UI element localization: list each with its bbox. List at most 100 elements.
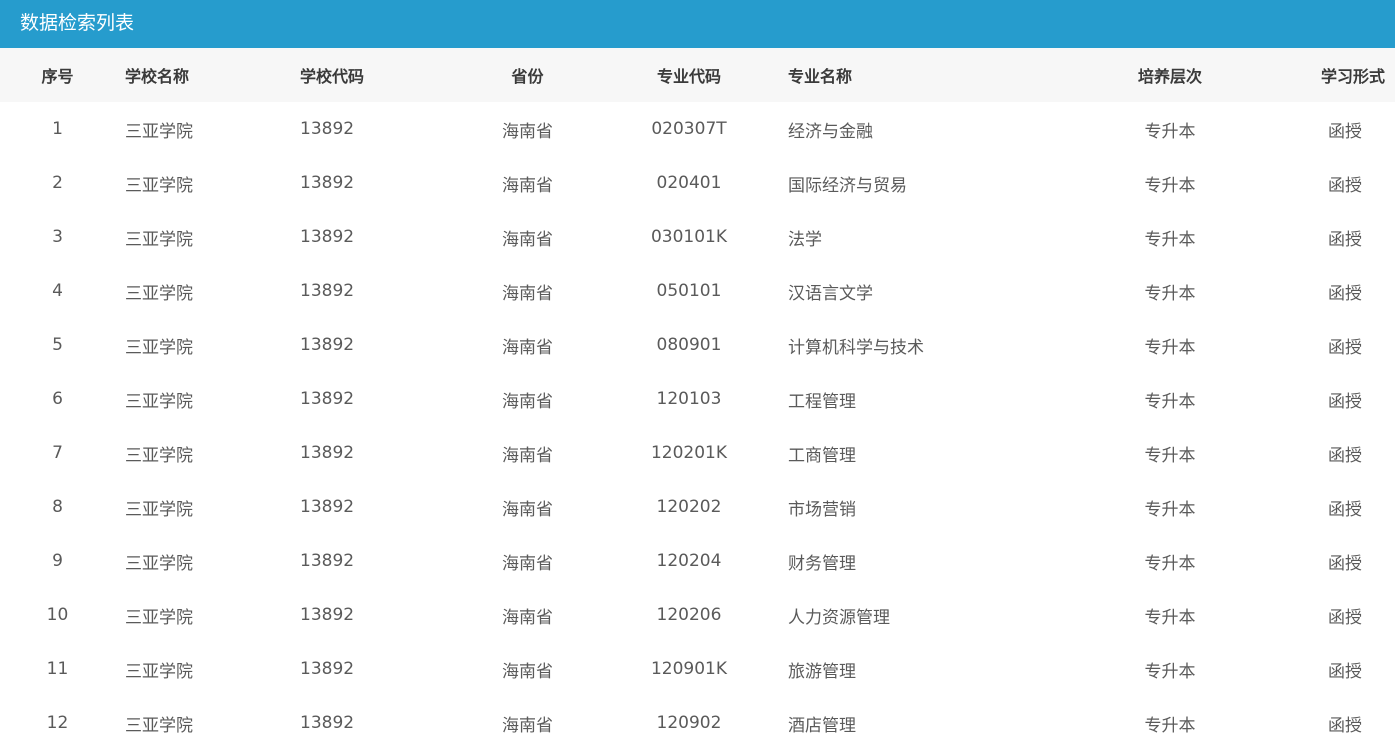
table-row: 11 三亚学院 13892 海南省 120901K 旅游管理 专升本 函授 [0,642,1395,696]
cell-major-code: 120201K [650,443,728,463]
cell-major-name: 汉语言文学 [788,283,873,304]
cell-study-mode: 函授 [1328,553,1362,574]
cell-major-code: 020307T [651,119,727,139]
cell-study-mode: 函授 [1328,715,1362,736]
cell-index: 11 [46,659,69,679]
header-row: 序号 学校名称 学校代码 省份 专业代码 专业名称 培养层次 学习形式 [0,48,1395,102]
cell-study-mode: 函授 [1328,661,1362,682]
cell-province: 海南省 [502,445,553,466]
table-row: 1 三亚学院 13892 海南省 020307T 经济与金融 专升本 函授 [0,102,1395,156]
column-header-major-name: 专业名称 [788,67,853,86]
cell-index: 12 [46,713,69,733]
cell-province: 海南省 [502,499,553,520]
cell-education-level: 专升本 [1144,121,1196,142]
table-row: 5 三亚学院 13892 海南省 080901 计算机科学与技术 专升本 函授 [0,318,1395,372]
cell-education-level: 专升本 [1144,229,1196,250]
table-row: 7 三亚学院 13892 海南省 120201K 工商管理 专升本 函授 [0,426,1395,480]
cell-major-code: 120103 [656,389,722,409]
cell-school-name: 三亚学院 [125,499,193,520]
cell-province: 海南省 [502,229,553,250]
cell-province: 海南省 [502,607,553,628]
table-header: 序号 学校名称 学校代码 省份 专业代码 专业名称 培养层次 学习形式 [0,48,1395,102]
cell-index: 2 [52,173,63,193]
cell-study-mode: 函授 [1328,121,1362,142]
cell-major-code: 120206 [656,605,722,625]
cell-education-level: 专升本 [1144,553,1196,574]
cell-education-level: 专升本 [1144,661,1196,682]
column-header-study-mode: 学习形式 [1320,67,1385,86]
cell-province: 海南省 [502,175,553,196]
cell-school-name: 三亚学院 [125,229,193,250]
cell-major-name: 法学 [788,229,822,250]
table-row: 9 三亚学院 13892 海南省 120204 财务管理 专升本 函授 [0,534,1395,588]
cell-study-mode: 函授 [1328,445,1362,466]
cell-school-name: 三亚学院 [125,121,193,142]
cell-province: 海南省 [502,391,553,412]
cell-index: 3 [52,227,63,247]
table-row: 4 三亚学院 13892 海南省 050101 汉语言文学 专升本 函授 [0,264,1395,318]
column-header-major-code: 专业代码 [656,67,721,86]
cell-school-name: 三亚学院 [125,553,193,574]
cell-school-code: 13892 [300,659,355,679]
cell-index: 6 [52,389,63,409]
cell-major-name: 酒店管理 [788,715,856,736]
cell-school-name: 三亚学院 [125,283,193,304]
cell-school-code: 13892 [300,497,355,517]
cell-major-code: 120901K [650,659,728,679]
cell-school-code: 13892 [300,605,355,625]
cell-school-code: 13892 [300,335,355,355]
cell-study-mode: 函授 [1328,391,1362,412]
cell-school-code: 13892 [300,173,355,193]
cell-major-code: 030101K [650,227,728,247]
cell-study-mode: 函授 [1328,283,1362,304]
cell-school-code: 13892 [300,281,355,301]
cell-index: 4 [52,281,63,301]
cell-index: 9 [52,551,63,571]
cell-school-name: 三亚学院 [125,607,193,628]
cell-index: 5 [52,335,63,355]
cell-school-code: 13892 [300,227,355,247]
cell-major-name: 工商管理 [788,445,856,466]
column-header-province: 省份 [511,67,544,86]
cell-major-name: 工程管理 [788,391,856,412]
cell-index: 10 [46,605,69,625]
column-header-education-level: 培养层次 [1137,67,1202,86]
cell-major-name: 旅游管理 [788,661,856,682]
cell-education-level: 专升本 [1144,175,1196,196]
data-search-panel: 数据检索列表 序号 学校名称 学校代码 省份 专业代码 专业名称 培养层次 学习… [0,0,1395,750]
column-header-school-code: 学校代码 [300,67,365,86]
cell-school-name: 三亚学院 [125,391,193,412]
table-row: 10 三亚学院 13892 海南省 120206 人力资源管理 专升本 函授 [0,588,1395,642]
cell-major-code: 120202 [656,497,722,517]
cell-major-code: 120902 [656,713,722,733]
table-row: 12 三亚学院 13892 海南省 120902 酒店管理 专升本 函授 [0,696,1395,750]
cell-province: 海南省 [502,337,553,358]
column-header-school-name: 学校名称 [125,67,190,86]
cell-school-code: 13892 [300,551,355,571]
cell-province: 海南省 [502,283,553,304]
cell-major-code: 080901 [656,335,722,355]
cell-major-code: 020401 [656,173,722,193]
cell-study-mode: 函授 [1328,337,1362,358]
cell-school-name: 三亚学院 [125,445,193,466]
cell-study-mode: 函授 [1328,607,1362,628]
cell-education-level: 专升本 [1144,337,1196,358]
cell-education-level: 专升本 [1144,499,1196,520]
cell-major-name: 财务管理 [788,553,856,574]
cell-school-name: 三亚学院 [125,715,193,736]
table-body: 1 三亚学院 13892 海南省 020307T 经济与金融 专升本 函授 2 三亚学院 13892… [0,102,1395,750]
cell-school-code: 13892 [300,389,355,409]
cell-education-level: 专升本 [1144,283,1196,304]
column-header-index: 序号 [41,67,74,86]
cell-school-name: 三亚学院 [125,175,193,196]
cell-education-level: 专升本 [1144,391,1196,412]
cell-education-level: 专升本 [1144,715,1196,736]
cell-school-code: 13892 [300,713,355,733]
table-row: 8 三亚学院 13892 海南省 120202 市场营销 专升本 函授 [0,480,1395,534]
cell-study-mode: 函授 [1328,175,1362,196]
cell-province: 海南省 [502,553,553,574]
results-table: 序号 学校名称 学校代码 省份 专业代码 专业名称 培养层次 学习形式 1 三亚学… [0,48,1395,750]
cell-major-name: 经济与金融 [788,121,873,142]
table-row: 3 三亚学院 13892 海南省 030101K 法学 专升本 函授 [0,210,1395,264]
cell-major-name: 国际经济与贸易 [788,175,907,196]
